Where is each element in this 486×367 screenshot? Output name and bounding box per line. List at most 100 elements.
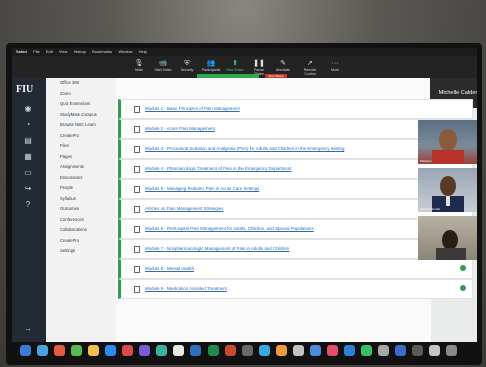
app-icon[interactable] — [54, 345, 66, 356]
inbox-icon[interactable]: ▭ — [22, 168, 34, 178]
module-row[interactable]: ⋮⋮ Module 9 - Medication Assisted Treatme… — [118, 279, 473, 299]
course-nav-item[interactable]: Assignments — [46, 162, 116, 173]
video-tile[interactable]: Derrick Donald — [418, 168, 477, 212]
app-icon[interactable] — [275, 345, 287, 356]
help-icon[interactable]: ? — [22, 200, 34, 210]
dashboard-icon[interactable]: ◔ — [22, 120, 34, 130]
course-nav-item[interactable]: StudyMate Campus — [46, 110, 116, 121]
course-nav-item[interactable]: CreatePro — [46, 131, 116, 142]
app-icon[interactable] — [139, 345, 151, 356]
app-icon[interactable] — [326, 345, 338, 356]
course-nav-item[interactable]: Outcomes — [46, 204, 116, 215]
course-nav-item[interactable]: Collaborations — [46, 225, 116, 236]
course-nav-item[interactable]: Discussions — [46, 173, 116, 184]
app-icon[interactable] — [377, 345, 389, 356]
app-icon[interactable] — [241, 345, 253, 356]
microphone-icon: 🎙 — [134, 60, 144, 67]
course-nav-item[interactable]: Browse NBC Learn — [46, 120, 116, 131]
course-nav-item[interactable]: People — [46, 183, 116, 194]
drag-handle-icon[interactable]: ⋮⋮ — [124, 266, 134, 272]
menu-item[interactable]: Help — [139, 49, 147, 54]
mute-button[interactable]: 🎙 Mute — [130, 59, 148, 76]
app-icon[interactable] — [395, 345, 407, 356]
app-icon[interactable] — [88, 345, 100, 356]
global-nav-sidebar: FIU ◉ ◔ ▤ ▦ ▭ ↪ ? → — [12, 78, 46, 342]
video-tile[interactable]: Pakistan — [418, 120, 477, 164]
drag-handle-icon[interactable]: ⋮⋮ — [124, 246, 134, 252]
app-icon[interactable] — [122, 345, 134, 356]
menu-item[interactable]: History — [74, 49, 86, 54]
drag-handle-icon[interactable]: ⋮⋮ — [124, 166, 134, 172]
cursor-icon: ➚ — [307, 60, 313, 67]
course-nav-item[interactable]: Office 365 — [46, 78, 116, 89]
course-nav-item[interactable]: Conferences — [46, 215, 116, 226]
app-icon[interactable] — [343, 345, 355, 356]
course-nav-item[interactable]: Pages — [46, 152, 116, 163]
trash-icon[interactable] — [446, 345, 458, 356]
menu-item[interactable]: Edit — [46, 49, 53, 54]
app-icon[interactable] — [173, 345, 185, 356]
course-nav-item[interactable]: Files — [46, 141, 116, 152]
app-icon[interactable] — [429, 345, 441, 356]
menu-item[interactable]: View — [59, 49, 68, 54]
zoom-app-icon[interactable] — [105, 345, 117, 356]
drag-handle-icon[interactable]: ⋮⋮ — [124, 206, 134, 212]
course-nav-item[interactable]: CreatePro — [46, 236, 116, 247]
drag-handle-icon[interactable]: ⋮⋮ — [124, 126, 134, 132]
brand-logo: FIU — [16, 84, 34, 95]
document-icon — [134, 246, 140, 253]
more-button[interactable]: ··· More — [326, 59, 344, 76]
app-icon[interactable] — [360, 345, 372, 356]
app-icon[interactable] — [258, 345, 270, 356]
document-icon — [134, 226, 140, 233]
menu-item[interactable]: Safari — [16, 49, 27, 54]
app-icon[interactable] — [309, 345, 321, 356]
document-icon — [134, 206, 140, 213]
drag-handle-icon[interactable]: ⋮⋮ — [124, 226, 134, 232]
menu-item[interactable]: Window — [118, 49, 132, 54]
drag-handle-icon[interactable]: ⋮⋮ — [124, 146, 134, 152]
document-icon — [134, 286, 140, 293]
video-gallery: Pakistan Derrick Donald — [418, 60, 477, 280]
participant-video — [432, 176, 464, 212]
drag-handle-icon[interactable]: ⋮⋮ — [124, 106, 134, 112]
drag-handle-icon[interactable]: ⋮⋮ — [124, 186, 134, 192]
document-icon — [134, 166, 140, 173]
course-nav-item[interactable]: Zoom — [46, 89, 116, 100]
app-icon[interactable] — [156, 345, 168, 356]
video-camera-icon: 📹 — [158, 60, 168, 67]
app-icon[interactable] — [71, 345, 83, 356]
mac-menubar: Safari File Edit View History Bookmarks … — [12, 48, 477, 56]
more-icon: ··· — [331, 60, 339, 67]
people-icon: 👥 — [206, 60, 216, 67]
course-nav-item[interactable]: Syllabus — [46, 194, 116, 205]
menu-item[interactable]: File — [33, 49, 39, 54]
account-icon[interactable]: ◉ — [22, 104, 34, 114]
commons-icon[interactable]: ↪ — [22, 184, 34, 194]
remote-control-button[interactable]: ➚ Remote Control — [298, 59, 322, 76]
course-nav-item[interactable]: Settings — [46, 246, 116, 257]
course-nav-item[interactable]: Quiz Extensions — [46, 99, 116, 110]
drag-handle-icon[interactable]: ⋮⋮ — [124, 286, 134, 292]
courses-icon[interactable]: ▤ — [22, 136, 34, 146]
start-video-button[interactable]: 📹 Start Video — [154, 59, 172, 76]
word-icon[interactable] — [190, 345, 202, 356]
finder-icon[interactable] — [20, 345, 31, 356]
menu-item[interactable]: Bookmarks — [92, 49, 112, 54]
safari-icon[interactable] — [37, 345, 49, 356]
app-icon[interactable] — [412, 345, 424, 356]
app-icon[interactable] — [292, 345, 304, 356]
security-button[interactable]: ⛨ Security — [178, 59, 196, 76]
course-navigation: Office 365 Zoom Quiz Extensions StudyMat… — [46, 78, 116, 342]
document-icon — [134, 266, 140, 273]
published-icon[interactable] — [460, 285, 466, 291]
collapse-icon[interactable]: → — [22, 324, 34, 334]
calendar-icon[interactable]: ▦ — [22, 152, 34, 162]
participant-video — [432, 129, 464, 164]
powerpoint-icon[interactable] — [224, 345, 236, 356]
shield-icon: ⛨ — [184, 60, 190, 67]
video-tile[interactable] — [418, 216, 477, 260]
mac-dock — [20, 343, 470, 357]
pause-icon: ❚❚ — [253, 60, 265, 67]
excel-icon[interactable] — [207, 345, 219, 356]
